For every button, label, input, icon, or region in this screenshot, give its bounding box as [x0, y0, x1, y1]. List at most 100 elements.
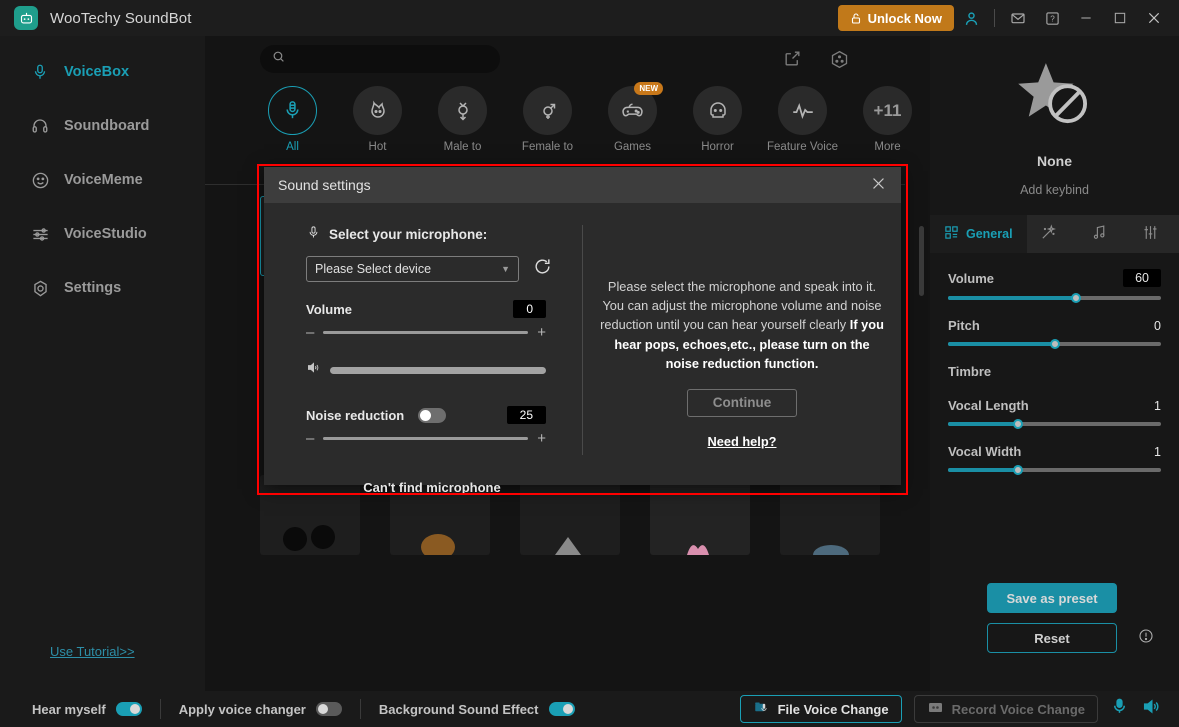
main-scrollbar-thumb[interactable] — [919, 226, 924, 296]
dialog-title: Sound settings — [278, 177, 371, 193]
category-male-to[interactable]: Male to — [420, 86, 505, 166]
modal-volume-label: Volume — [306, 302, 352, 317]
reset-button[interactable]: Reset — [987, 623, 1117, 653]
sidebar-item-label: Settings — [64, 280, 121, 296]
background-sound-effect-toggle[interactable] — [549, 702, 575, 716]
apply-voice-changer-toggle[interactable] — [316, 702, 342, 716]
category-all[interactable]: All — [250, 86, 335, 166]
preview-add-keybind[interactable]: Add keybind — [930, 183, 1179, 197]
info-icon[interactable] — [1138, 628, 1154, 649]
apply-voice-changer-control[interactable]: Apply voice changer — [179, 702, 342, 717]
volume-track[interactable] — [323, 331, 528, 334]
sidebar-item-label: VoiceBox — [64, 64, 129, 80]
hear-myself-toggle[interactable] — [116, 702, 142, 716]
noise-reduction-label: Noise reduction — [306, 408, 404, 423]
voice-card-row2-1[interactable] — [245, 475, 375, 697]
cant-find-microphone-link[interactable]: Can't find microphone — [292, 480, 572, 495]
sliders-icon — [30, 224, 50, 244]
search-row — [205, 36, 930, 84]
skull-icon — [693, 86, 742, 135]
tab-general[interactable]: General — [930, 215, 1027, 253]
search-input[interactable] — [293, 52, 483, 66]
modal-volume-slider[interactable]: – + — [306, 325, 546, 340]
close-icon[interactable] — [1137, 0, 1171, 36]
noise-reduction-slider[interactable]: – + — [306, 431, 546, 446]
continue-button[interactable]: Continue — [687, 389, 797, 417]
noise-minus-button[interactable]: – — [306, 431, 314, 446]
category-feature-voice[interactable]: Feature Voice — [760, 86, 845, 166]
noise-reduction-value: 25 — [507, 406, 546, 424]
category-label: More — [874, 141, 900, 153]
hear-myself-control[interactable]: Hear myself — [32, 702, 142, 717]
mail-icon[interactable] — [1001, 0, 1035, 36]
noise-reduction-toggle[interactable] — [418, 408, 446, 423]
male-to-icon — [438, 86, 487, 135]
microphone-icon[interactable] — [1110, 697, 1129, 721]
volume-plus-button[interactable]: + — [537, 325, 546, 340]
voice-card-row2-5[interactable] — [765, 475, 895, 697]
file-voice-change-label: File Voice Change — [778, 702, 889, 717]
refresh-icon[interactable] — [533, 257, 552, 281]
apply-voice-changer-label: Apply voice changer — [179, 702, 306, 717]
application-window: WooTechy SoundBot Unlock Now — [0, 0, 1179, 727]
voice-card-row2-3[interactable] — [505, 475, 635, 697]
category-games[interactable]: NEW Games — [590, 86, 675, 166]
user-icon[interactable] — [954, 0, 988, 36]
voice-card-row2-2[interactable] — [375, 475, 505, 697]
category-hot[interactable]: Hot — [335, 86, 420, 166]
category-horror[interactable]: Horror — [675, 86, 760, 166]
record-voice-change-label: Record Voice Change — [952, 702, 1085, 717]
dialog-body: Select your microphone: Please Select de… — [264, 203, 901, 485]
bottom-bar: Hear myself Apply voice changer Backgrou… — [0, 691, 1179, 727]
sidebar-item-soundboard[interactable]: Soundboard — [30, 108, 205, 144]
voice-thumbnail — [650, 475, 750, 555]
need-help-link[interactable]: Need help? — [708, 434, 777, 449]
file-voice-change-button[interactable]: File Voice Change — [740, 695, 902, 723]
sidebar-item-voicebox[interactable]: VoiceBox — [30, 54, 205, 90]
microphone-icon — [30, 62, 50, 82]
tab-equalizer[interactable] — [1128, 215, 1179, 253]
use-tutorial-link[interactable]: Use Tutorial>> — [50, 644, 135, 659]
save-as-preset-button[interactable]: Save as preset — [987, 583, 1117, 613]
close-icon[interactable] — [870, 175, 887, 196]
category-female-to[interactable]: Female to — [505, 86, 590, 166]
question-icon[interactable]: ? — [1035, 0, 1069, 36]
dialog-info-pane: Please select the microphone and speak i… — [582, 225, 901, 455]
plus-eleven-icon: +11 — [863, 86, 912, 135]
external-link-icon[interactable] — [783, 49, 805, 71]
sidebar-item-label: VoiceMeme — [64, 172, 143, 188]
noise-track[interactable] — [323, 437, 528, 440]
voice-card-row2-4[interactable] — [635, 475, 765, 697]
more-count-label: +11 — [874, 101, 902, 121]
sidebar-item-voicememe[interactable]: VoiceMeme — [30, 162, 205, 198]
sidebar-item-settings[interactable]: Settings — [30, 270, 205, 306]
unlock-label: Unlock Now — [868, 11, 942, 26]
category-more[interactable]: +11 More — [845, 86, 930, 166]
vocal-length-slider[interactable] — [948, 422, 1161, 426]
microphone-device-select[interactable]: Please Select device ▼ — [306, 256, 519, 282]
smiley-icon — [30, 170, 50, 190]
vocal-width-slider[interactable] — [948, 468, 1161, 472]
sound-settings-dialog: Sound settings Select your microphone: — [264, 167, 901, 485]
minimize-icon[interactable] — [1069, 0, 1103, 36]
background-sound-effect-control[interactable]: Background Sound Effect — [379, 702, 575, 717]
noise-plus-button[interactable]: + — [537, 431, 546, 446]
volume-slider[interactable] — [948, 296, 1161, 300]
tab-effects[interactable] — [1027, 215, 1078, 253]
pitch-slider[interactable] — [948, 342, 1161, 346]
search-box[interactable] — [260, 45, 500, 73]
unlock-now-button[interactable]: Unlock Now — [838, 5, 954, 31]
record-voice-change-button[interactable]: Record Voice Change — [914, 695, 1098, 723]
headphones-icon — [30, 116, 50, 136]
dice-icon[interactable] — [829, 49, 851, 71]
volume-minus-button[interactable]: – — [306, 325, 314, 340]
modal-volume-value: 0 — [513, 300, 546, 318]
maximize-icon[interactable] — [1103, 0, 1137, 36]
speaker-icon[interactable] — [1141, 697, 1161, 721]
vocal-length-label: Vocal Length — [948, 398, 1029, 413]
sidebar-item-voicestudio[interactable]: VoiceStudio — [30, 216, 205, 252]
divider — [994, 9, 995, 27]
sidebar-item-label: VoiceStudio — [64, 226, 147, 242]
settings-tabs: General — [930, 215, 1179, 253]
tab-music[interactable] — [1077, 215, 1128, 253]
